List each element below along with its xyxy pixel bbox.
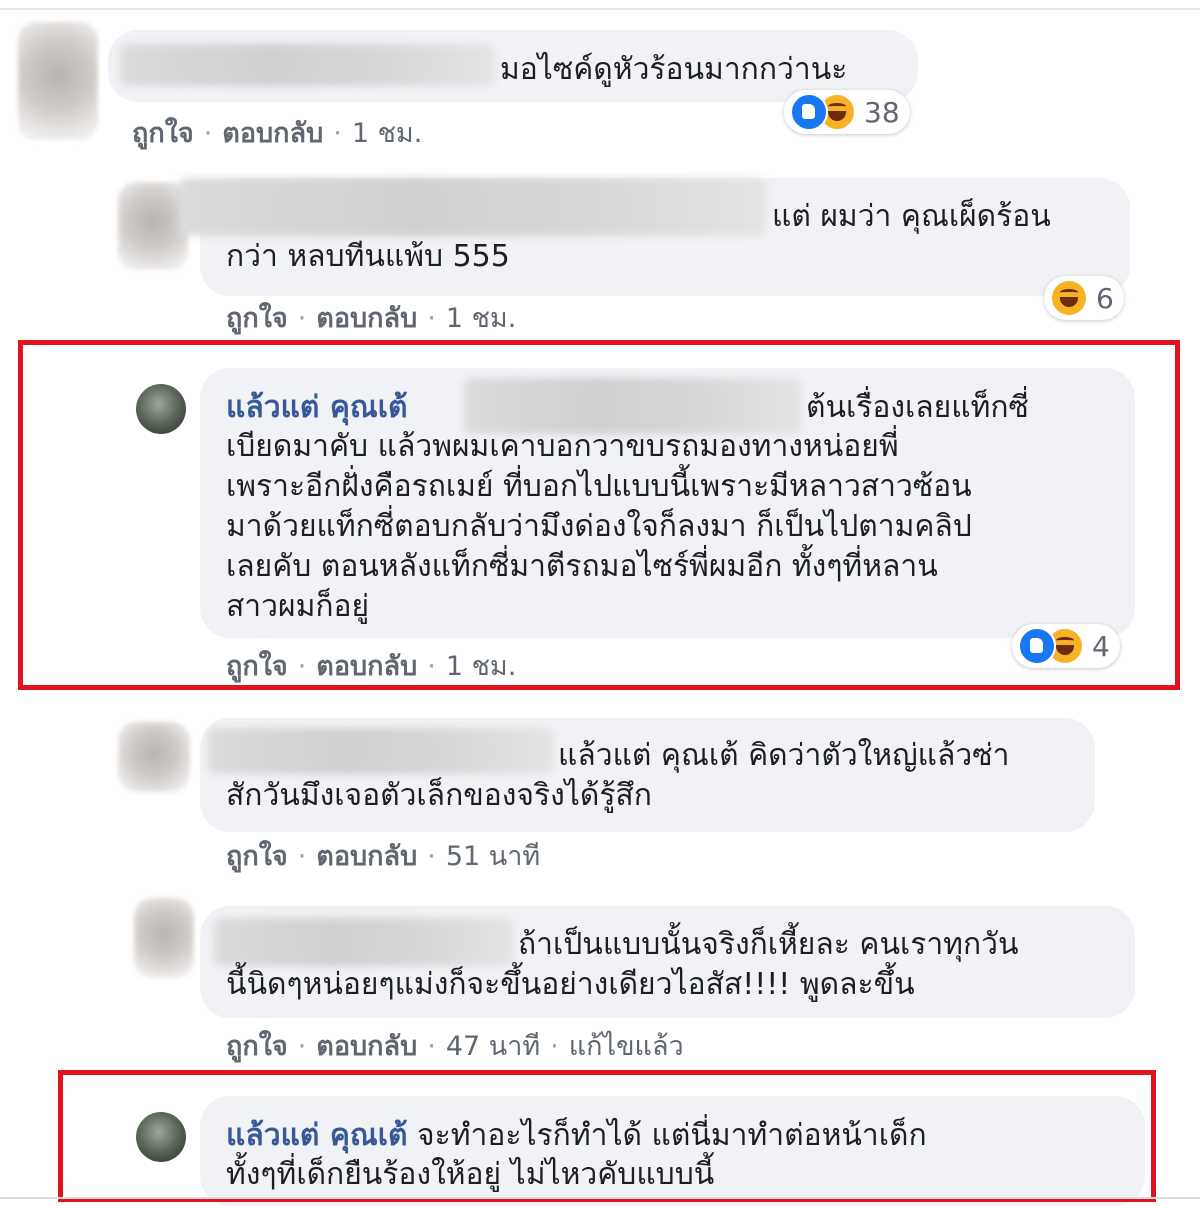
reply-link[interactable]: ตอบกลับ xyxy=(316,303,417,334)
avatar[interactable] xyxy=(134,898,194,978)
like-link[interactable]: ถูกใจ xyxy=(226,303,288,334)
like-icon xyxy=(790,93,828,131)
avatar[interactable] xyxy=(18,22,98,140)
edited-label: แก้ไขแล้ว xyxy=(568,1031,684,1062)
comment-actions: ถูกใจ · ตอบกลับ · 47 นาที · แก้ไขแล้ว xyxy=(226,1031,684,1062)
top-divider xyxy=(0,8,1200,10)
timestamp[interactable]: 51 นาที xyxy=(446,841,540,872)
like-icon xyxy=(1018,627,1056,665)
reply-link[interactable]: ตอบกลับ xyxy=(222,118,323,149)
reaction-summary[interactable]: 38 xyxy=(784,90,910,134)
comment-text: กว่า หลบทีนแพ้บ 555 xyxy=(226,239,510,274)
comment-text: ถ้าเป็นแบบนั้นจริงก็เหี้ยละ คนเราทุกวัน xyxy=(518,927,1019,962)
blurred-author-name[interactable] xyxy=(178,178,766,236)
highlight-box xyxy=(58,1070,1156,1202)
reply-link[interactable]: ตอบกลับ xyxy=(316,841,417,872)
timestamp[interactable]: 47 นาที xyxy=(446,1031,540,1062)
reaction-count: 38 xyxy=(864,95,900,129)
comment-text: นี้นิดๆหน่อยๆแม่งก็จะขึ้นอย่างเดียวไอสัส… xyxy=(226,967,915,1002)
like-link[interactable]: ถูกใจ xyxy=(226,1031,288,1062)
haha-icon xyxy=(1050,279,1088,317)
comment-text: สักวันมึงเจอตัวเล็กของจริงได้รู้สึก xyxy=(226,778,652,813)
comment-text: มอไซค์ดูหัวร้อนมากกว่านะ xyxy=(500,52,848,87)
reaction-summary[interactable]: 6 xyxy=(1044,276,1124,320)
avatar[interactable] xyxy=(118,722,190,792)
bottom-divider xyxy=(0,1197,1200,1199)
comment-actions: ถูกใจ · ตอบกลับ · 1 ชม. xyxy=(132,118,423,149)
like-link[interactable]: ถูกใจ xyxy=(132,118,194,149)
comment-actions: ถูกใจ · ตอบกลับ · 1 ชม. xyxy=(226,303,517,334)
reply-link[interactable]: ตอบกลับ xyxy=(316,1031,417,1062)
comment-text: แล้วแต่ คุณเต้ คิดว่าตัวใหญ่แล้วซ่า xyxy=(558,738,1010,773)
blurred-author-name[interactable] xyxy=(120,44,495,86)
comment-actions: ถูกใจ · ตอบกลับ · 51 นาที xyxy=(226,841,541,872)
blurred-author-name[interactable] xyxy=(208,728,554,774)
like-link[interactable]: ถูกใจ xyxy=(226,841,288,872)
blurred-author-name[interactable] xyxy=(214,918,514,966)
timestamp[interactable]: 1 ชม. xyxy=(446,303,516,334)
reaction-count: 6 xyxy=(1096,281,1114,315)
timestamp[interactable]: 1 ชม. xyxy=(352,118,422,149)
highlight-box xyxy=(18,340,1180,690)
comment-text: แต่ ผมว่า คุณเผ็ดร้อน xyxy=(772,199,1051,234)
